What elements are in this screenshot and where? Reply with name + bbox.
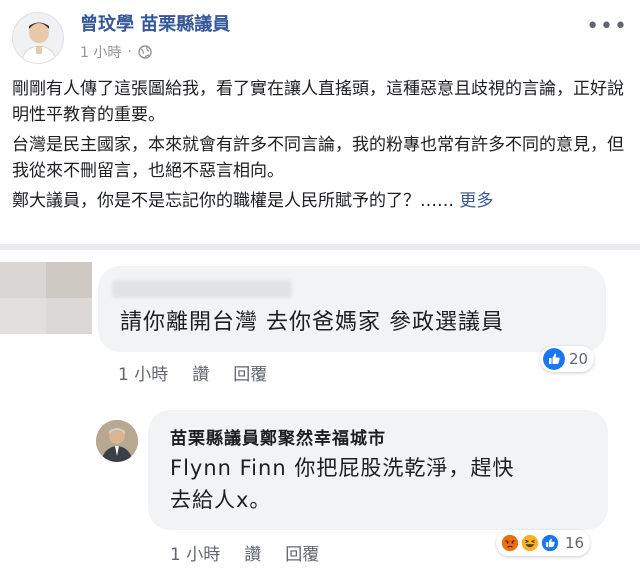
reply-text: Flynn Finn 你把屁股洗乾淨，趕快 去給人x。	[170, 452, 590, 516]
post-author-name[interactable]: 曾玟學 苗栗縣議員	[80, 10, 230, 36]
reaction-summary[interactable]: 16	[496, 530, 591, 556]
globe-icon	[138, 45, 152, 59]
post-paragraph: 鄭大議員，你是不是忘記你的職權是人民所賦予的了？…… 更多	[12, 188, 632, 214]
replier-avatar[interactable]	[96, 420, 138, 462]
post-paragraph: 剛剛有人傳了這張圖給我，看了實在讓人直搖頭，這種惡意且歧視的言論，正好說明性平教…	[12, 79, 624, 125]
more-dots-icon[interactable]: •••	[586, 14, 628, 39]
comment-actions: 1 小時 讚 回覆	[118, 360, 267, 385]
replier-name[interactable]: 苗栗縣議員鄭聚然幸福城市	[170, 424, 386, 449]
like-reaction-icon	[539, 532, 561, 554]
comment-bubble: 請你離開台灣 去你爸媽家 參政選議員	[98, 266, 606, 352]
reaction-count: 20	[569, 350, 589, 368]
comment-text: 請你離開台灣 去你爸媽家 參政選議員	[120, 310, 504, 335]
reply-button[interactable]: 回覆	[233, 360, 267, 385]
like-button[interactable]: 讚	[244, 540, 261, 565]
author-avatar[interactable]	[12, 12, 64, 64]
pixel-block	[46, 298, 92, 334]
haha-reaction-icon	[519, 532, 541, 554]
reply-text-line: Flynn Finn 你把屁股洗乾淨，趕快	[170, 456, 515, 480]
reply-actions: 1 小時 讚 回覆	[170, 540, 319, 565]
post-time[interactable]: 1 小時	[80, 42, 121, 62]
comment-time[interactable]: 1 小時	[118, 360, 168, 385]
pixel-block	[0, 262, 46, 298]
post-paragraph: 台灣是民主國家，本來就會有許多不同言論，我的粉專也常有許多不同的意見，但我從來不…	[12, 135, 624, 181]
reply-button[interactable]: 回覆	[285, 540, 319, 565]
see-more-link[interactable]: 更多	[459, 191, 493, 211]
commenter-name-redacted	[112, 280, 292, 298]
reply-text-line: 去給人x。	[170, 488, 272, 512]
post-card: 曾玟學 苗栗縣議員 1 小時 · ••• 剛剛有人傳了這張圖給我，看了實在讓人直…	[0, 0, 640, 244]
reaction-count: 16	[565, 534, 585, 552]
reply-bubble: 苗栗縣議員鄭聚然幸福城市 Flynn Finn 你把屁股洗乾淨，趕快 去給人x。	[148, 410, 608, 530]
section-divider	[0, 244, 640, 250]
like-button[interactable]: 讚	[192, 360, 209, 385]
pixel-block	[46, 262, 92, 298]
like-reaction-icon	[543, 348, 565, 370]
commenter-avatar-blurred[interactable]	[0, 262, 92, 334]
reply-time[interactable]: 1 小時	[170, 540, 220, 565]
post-paragraph-text: 鄭大議員，你是不是忘記你的職權是人民所賦予的了？……	[12, 191, 454, 211]
reaction-summary[interactable]: 20	[540, 346, 595, 372]
angry-reaction-icon	[499, 532, 521, 554]
post-meta: 1 小時 ·	[80, 42, 152, 62]
post-body: 剛剛有人傳了這張圖給我，看了實在讓人直搖頭，這種惡意且歧視的言論，正好說明性平教…	[12, 76, 632, 218]
pixel-block	[0, 298, 46, 334]
